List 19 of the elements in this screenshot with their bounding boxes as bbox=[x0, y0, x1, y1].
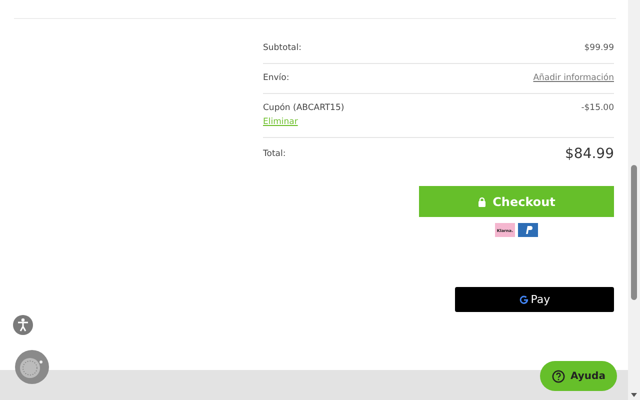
remove-link[interactable]: Eliminar bbox=[263, 117, 344, 127]
add-info-link[interactable]: Añadir información bbox=[533, 73, 614, 83]
total-value: $84.99 bbox=[565, 146, 614, 162]
scrollbar-drawing[interactable] bbox=[628, 0, 640, 400]
google-pay-button[interactable]: Pay bbox=[455, 287, 614, 312]
coupon-label: Cupón (ABCART15) bbox=[263, 103, 344, 113]
summary-value: $99.99 bbox=[584, 43, 614, 53]
total-label: Total: bbox=[263, 149, 286, 159]
lock-icon bbox=[478, 196, 486, 206]
question-icon bbox=[552, 370, 565, 382]
accessibility-icon[interactable] bbox=[13, 315, 33, 335]
paypal-icon bbox=[518, 223, 538, 237]
g-logo-icon bbox=[518, 294, 529, 304]
summary-label: Subtotal: bbox=[263, 43, 302, 53]
checkout-button[interactable]: Checkout bbox=[419, 186, 614, 217]
help-button[interactable]: Ayuda bbox=[540, 361, 617, 391]
summary-label: Envío: bbox=[263, 73, 290, 83]
round-badge-icon[interactable] bbox=[15, 350, 49, 384]
discount-value: -$15.00 bbox=[581, 103, 614, 113]
